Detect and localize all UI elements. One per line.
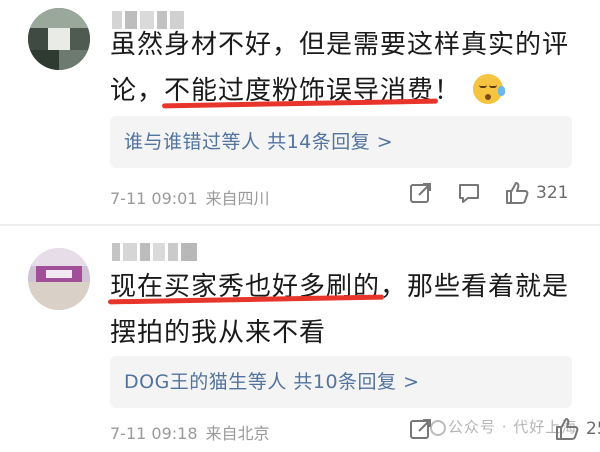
comment-icon[interactable] (456, 180, 482, 206)
like-count: 321 (536, 183, 569, 203)
comment-item: 虽然身材不好，但是需要这样真实的评论，不能过度粉饰误导消费！ 谁与谁错过等人 共… (0, 0, 600, 226)
comment-text: 虽然身材不好，但是需要这样真实的评论，不能过度粉饰误导消费！ (110, 22, 580, 114)
replies-link[interactable]: 谁与谁错过等人 共14条回复 > (110, 116, 572, 168)
share-icon[interactable] (408, 180, 434, 206)
replies-users: DOG王的猫生 (124, 371, 248, 393)
comment-time: 7-11 09:18 (110, 424, 198, 443)
comment-location: 来自北京 (205, 424, 270, 443)
avatar[interactable] (28, 8, 90, 70)
comment-text: 现在买家秀也好多刷的，那些看着就是摆拍的我从来不看 (110, 264, 580, 356)
sweat-face-emoji-icon (473, 74, 506, 104)
comment-actions: 321 (408, 180, 568, 206)
replies-suffix: 等人 (221, 131, 261, 153)
replies-count: 共14条回复 > (267, 131, 394, 153)
comment-time: 7-11 09:01 (110, 189, 198, 208)
replies-link[interactable]: DOG王的猫生等人 共10条回复 > (110, 356, 572, 408)
watermark: 公众号 · 代好上海 (448, 418, 578, 436)
wechat-watermark-icon (430, 420, 446, 436)
like-icon[interactable] (504, 180, 530, 206)
avatar[interactable] (28, 248, 90, 310)
comment-text-highlight: 不能过度粉饰误导消费 (164, 76, 435, 106)
comment-text-highlight: 现在买家秀也好多刷的 (110, 272, 381, 302)
comment-item: 现在买家秀也好多刷的，那些看着就是摆拍的我从来不看 DOG王的猫生等人 共10条… (0, 226, 600, 452)
comment-meta: 7-11 09:18 来自北京 (110, 420, 278, 444)
like-count: 253 (586, 419, 600, 439)
comment-meta: 7-11 09:01 来自四川 (110, 185, 278, 209)
replies-users: 谁与谁错过 (124, 131, 222, 153)
comment-location: 来自四川 (205, 189, 270, 208)
replies-count: 共10条回复 > (293, 371, 420, 393)
comment-text-part: ！ (434, 76, 462, 106)
username-redacted[interactable] (112, 240, 197, 264)
replies-suffix: 等人 (247, 371, 287, 393)
